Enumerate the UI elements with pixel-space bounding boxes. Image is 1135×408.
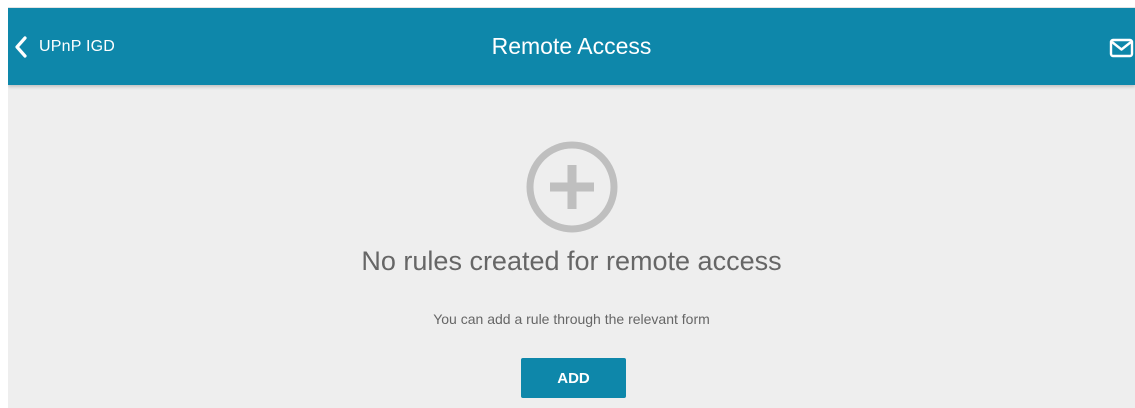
empty-state-hint: You can add a rule through the relevant … <box>433 311 710 327</box>
remote-access-page: UPnP IGD Remote Access No rules created … <box>8 7 1135 408</box>
mail-icon[interactable] <box>1109 38 1135 58</box>
empty-state-title: No rules created for remote access <box>361 246 782 276</box>
header-bar: UPnP IGD Remote Access <box>8 8 1135 85</box>
empty-state: No rules created for remote access You c… <box>8 85 1135 408</box>
add-circle-icon <box>525 140 619 234</box>
add-button[interactable]: ADD <box>521 358 626 398</box>
page-title: Remote Access <box>491 33 652 59</box>
